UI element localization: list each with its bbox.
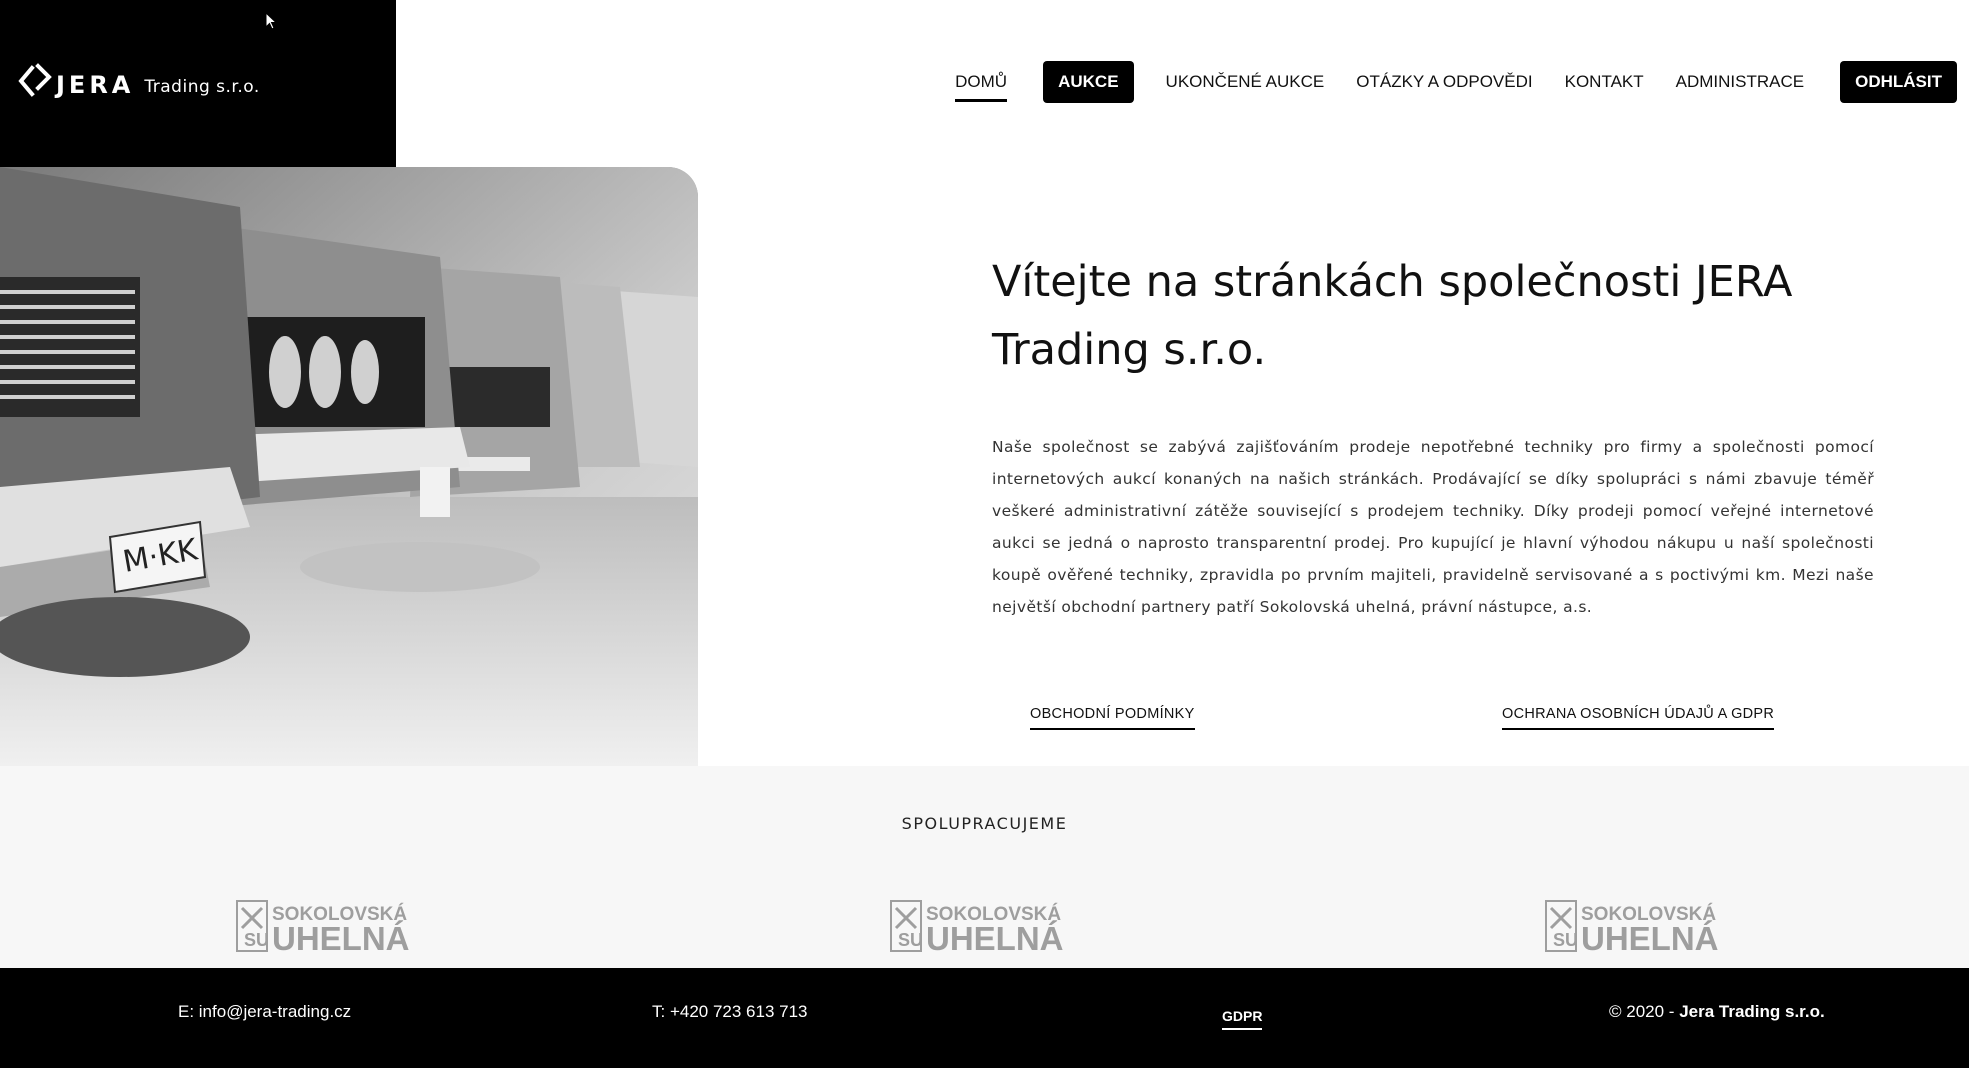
home-logo-link[interactable]: JERA Trading s.r.o. [18,62,260,102]
footer-phone-link[interactable]: T: +420 723 613 713 [652,1002,808,1022]
nav-finished-auctions[interactable]: UKONČENÉ AUKCE [1166,72,1325,92]
footer-email-link[interactable]: E: info@jera-trading.cz [178,1002,351,1022]
svg-text:SU: SU [244,930,269,950]
nav-administration[interactable]: ADMINISTRACE [1676,72,1804,92]
partner-logo-text-bottom: UHELNÁ [926,920,1064,954]
svg-text:SU: SU [1553,930,1578,950]
main-nav: DOMŮ AUKCE UKONČENÉ AUKCE OTÁZKY A ODPOV… [923,61,1957,103]
partners-section: SPOLUPRACUJEME SU SOKOLOVSKÁ UHELNÁ SU S… [0,766,1969,968]
copyright-company: Jera Trading s.r.o. [1679,1002,1825,1021]
nav-contact[interactable]: KONTAKT [1565,72,1644,92]
partner-logo-text-bottom: UHELNÁ [1581,920,1719,954]
partner-logo-sokolovska-uhelna[interactable]: SU SOKOLOVSKÁ UHELNÁ [236,900,420,957]
footer-copyright: © 2020 - Jera Trading s.r.o. [1609,1002,1825,1022]
gdpr-policy-link[interactable]: OCHRANA OSOBNÍCH ÚDAJŮ A GDPR [1502,706,1775,730]
partners-title: SPOLUPRACUJEME [901,814,1068,833]
logout-button[interactable]: ODHLÁSIT [1840,61,1957,103]
nav-auctions-button[interactable]: AUKCE [1043,61,1134,103]
terms-link[interactable]: OBCHODNÍ PODMÍNKY [1030,706,1195,730]
hero-description: Naše společnost se zabývá zajišťováním p… [992,438,1874,616]
logo-subtitle: Trading s.r.o. [144,77,260,97]
partner-logo-sokolovska-uhelna[interactable]: SU SOKOLOVSKÁ UHELNÁ [1545,900,1729,957]
svg-text:SU: SU [898,930,923,950]
partner-logo-text-bottom: UHELNÁ [272,920,410,954]
hero-image-cars: M·KK [0,167,698,766]
footer-gdpr-link[interactable]: GDPR [1222,1008,1263,1030]
copyright-prefix: © 2020 - [1609,1002,1680,1021]
nav-faq[interactable]: OTÁZKY A ODPOVĚDI [1356,72,1532,92]
logo-block: JERA Trading s.r.o. [0,0,396,167]
logo-name: JERA [56,71,135,99]
jera-logo-icon [18,63,52,97]
nav-home[interactable]: DOMŮ [955,72,1007,102]
hero-title: Vítejte na stránkách společnosti JERA Tr… [992,257,1793,375]
partner-logo-sokolovska-uhelna[interactable]: SU SOKOLOVSKÁ UHELNÁ [890,900,1074,957]
mouse-cursor-icon [265,12,277,30]
footer: E: info@jera-trading.cz T: +420 723 613 … [0,968,1969,1068]
